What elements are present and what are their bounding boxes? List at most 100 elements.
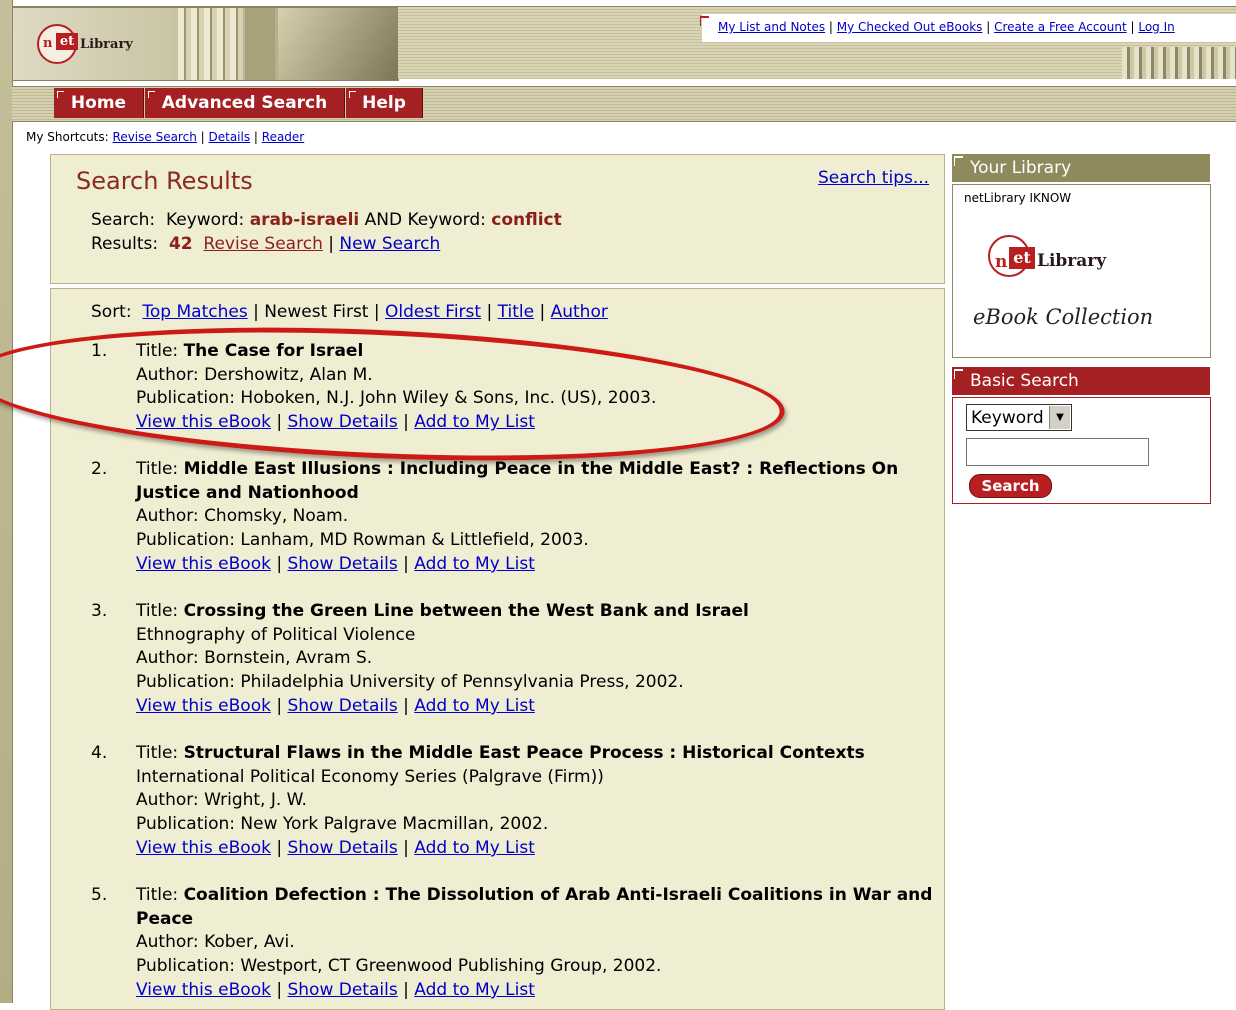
search-tips-link[interactable]: Search tips... [818, 168, 929, 188]
sort-top-matches[interactable]: Top Matches [142, 302, 247, 322]
shortcut-details[interactable]: Details [208, 130, 250, 144]
title-label: Title: [136, 459, 179, 479]
logo-et: et [56, 33, 78, 50]
results-count: 42 [168, 234, 193, 254]
nav-tick-icon [349, 91, 356, 98]
corner-tick-icon [954, 369, 963, 379]
your-library-heading: Your Library [970, 158, 1072, 178]
result-publication: Publication: Philadelphia University of … [136, 672, 684, 693]
result-series: Ethnography of Political Violence [136, 624, 416, 645]
netlibrary-logo[interactable]: n et Library [12, 7, 399, 81]
show-details-link[interactable]: Show Details [287, 554, 397, 574]
basic-search-box: Keyword ▼ Search [952, 397, 1211, 504]
bookshelf-image [1122, 47, 1236, 79]
new-search-link[interactable]: New Search [339, 234, 440, 254]
result-publication: Publication: New York Palgrave Macmillan… [136, 814, 549, 835]
view-ebook-link[interactable]: View this eBook [136, 554, 271, 574]
add-to-list-link[interactable]: Add to My List [414, 412, 535, 432]
add-to-list-link[interactable]: Add to My List [414, 696, 535, 716]
add-to-list-link[interactable]: Add to My List [414, 980, 535, 1000]
results-line: Results: 42 Revise Search | New Search [91, 234, 441, 254]
sort-label: Sort: [91, 302, 132, 322]
result-author: Author: Bornstein, Avram S. [136, 648, 373, 669]
result-actions: View this eBook | Show Details | Add to … [136, 979, 535, 1000]
conjunction: AND [364, 210, 403, 230]
collection-label: eBook Collection [973, 305, 1154, 329]
page-title: Search Results [76, 167, 253, 195]
keyword-label: Keyword: [407, 210, 486, 230]
result-title: Structural Flaws in the Middle East Peac… [183, 743, 865, 763]
result-title: Crossing the Green Line between the West… [183, 601, 749, 621]
result-publication: Publication: Hoboken, N.J. John Wiley & … [136, 388, 657, 409]
result-title-continued: Justice and Nationhood [136, 482, 359, 503]
sort-bar: Sort: Top Matches | Newest First | Oldes… [91, 302, 608, 322]
nav-advanced-search[interactable]: Advanced Search [145, 88, 345, 118]
result-actions: View this eBook | Show Details | Add to … [136, 553, 535, 574]
logo-n: n [995, 252, 1008, 272]
title-label: Title: [136, 601, 179, 621]
shortcut-reader[interactable]: Reader [262, 130, 304, 144]
create-account-link[interactable]: Create a Free Account [994, 20, 1127, 34]
nav-home-label: Home [70, 93, 127, 113]
result-author: Author: Kober, Avi. [136, 932, 295, 953]
sort-author[interactable]: Author [551, 302, 608, 322]
result-publication: Publication: Westport, CT Greenwood Publ… [136, 956, 662, 977]
show-details-link[interactable]: Show Details [287, 838, 397, 858]
query-line: Search: Keyword: arab-israeli AND Keywor… [91, 210, 562, 230]
search-input[interactable] [966, 438, 1149, 466]
top-links: My List and Notes | My Checked Out eBook… [718, 20, 1175, 34]
keyword-value: arab-israeli [249, 210, 360, 230]
shortcuts-label: My Shortcuts: [26, 130, 109, 144]
result-number: 5. [91, 885, 108, 905]
result-title: Middle East Illusions : Including Peace … [183, 459, 899, 479]
result-publication: Publication: Lanham, MD Rowman & Littlef… [136, 530, 589, 551]
nav-tick-icon [57, 91, 64, 98]
view-ebook-link[interactable]: View this eBook [136, 412, 271, 432]
result-title: Coalition Defection : The Dissolution of… [183, 885, 933, 905]
view-ebook-link[interactable]: View this eBook [136, 696, 271, 716]
add-to-list-link[interactable]: Add to My List [414, 554, 535, 574]
show-details-link[interactable]: Show Details [287, 980, 397, 1000]
sort-title[interactable]: Title [498, 302, 534, 322]
result-number: 3. [91, 601, 108, 621]
select-value: Keyword [971, 408, 1044, 428]
result-actions: View this eBook | Show Details | Add to … [136, 837, 535, 858]
result-title: The Case for Israel [183, 341, 364, 361]
basic-search-header: Basic Search [952, 367, 1210, 395]
result-actions: View this eBook | Show Details | Add to … [136, 412, 535, 433]
view-ebook-link[interactable]: View this eBook [136, 838, 271, 858]
search-type-select[interactable]: Keyword ▼ [966, 404, 1072, 431]
revise-search-link[interactable]: Revise Search [203, 234, 322, 254]
add-to-list-link[interactable]: Add to My List [414, 838, 535, 858]
your-library-box: netLibrary IKNOW n et Library eBook Coll… [952, 184, 1211, 358]
result-actions: View this eBook | Show Details | Add to … [136, 695, 535, 716]
search-button[interactable]: Search [969, 474, 1052, 498]
show-details-link[interactable]: Show Details [287, 412, 397, 432]
results-label: Results: [91, 234, 159, 254]
result-title-continued: Peace [136, 908, 194, 929]
institution-name: netLibrary IKNOW [964, 191, 1072, 205]
title-label: Title: [136, 885, 179, 905]
sort-oldest-first[interactable]: Oldest First [385, 302, 481, 322]
left-edge [0, 0, 13, 1003]
shortcut-revise-search[interactable]: Revise Search [113, 130, 197, 144]
nav-help[interactable]: Help [346, 88, 423, 118]
view-ebook-link[interactable]: View this eBook [136, 980, 271, 1000]
nav-home[interactable]: Home [54, 88, 144, 118]
result-series: International Political Economy Series (… [136, 766, 604, 787]
checked-out-link[interactable]: My Checked Out eBooks [837, 20, 983, 34]
logo-n: n [43, 36, 53, 51]
logo-word: Library [80, 37, 133, 52]
my-list-link[interactable]: My List and Notes [718, 20, 825, 34]
result-number: 4. [91, 743, 108, 763]
title-label: Title: [136, 341, 179, 361]
logo-word: Library [1037, 251, 1107, 271]
logo-et: et [1009, 247, 1035, 269]
your-library-header: Your Library [952, 154, 1210, 182]
shortcuts-bar: My Shortcuts: Revise Search | Details | … [26, 130, 305, 144]
result-number: 1. [91, 341, 108, 361]
log-in-link[interactable]: Log In [1138, 20, 1174, 34]
sort-newest-first[interactable]: Newest First [264, 302, 368, 322]
show-details-link[interactable]: Show Details [287, 696, 397, 716]
chevron-down-icon[interactable]: ▼ [1049, 406, 1070, 429]
